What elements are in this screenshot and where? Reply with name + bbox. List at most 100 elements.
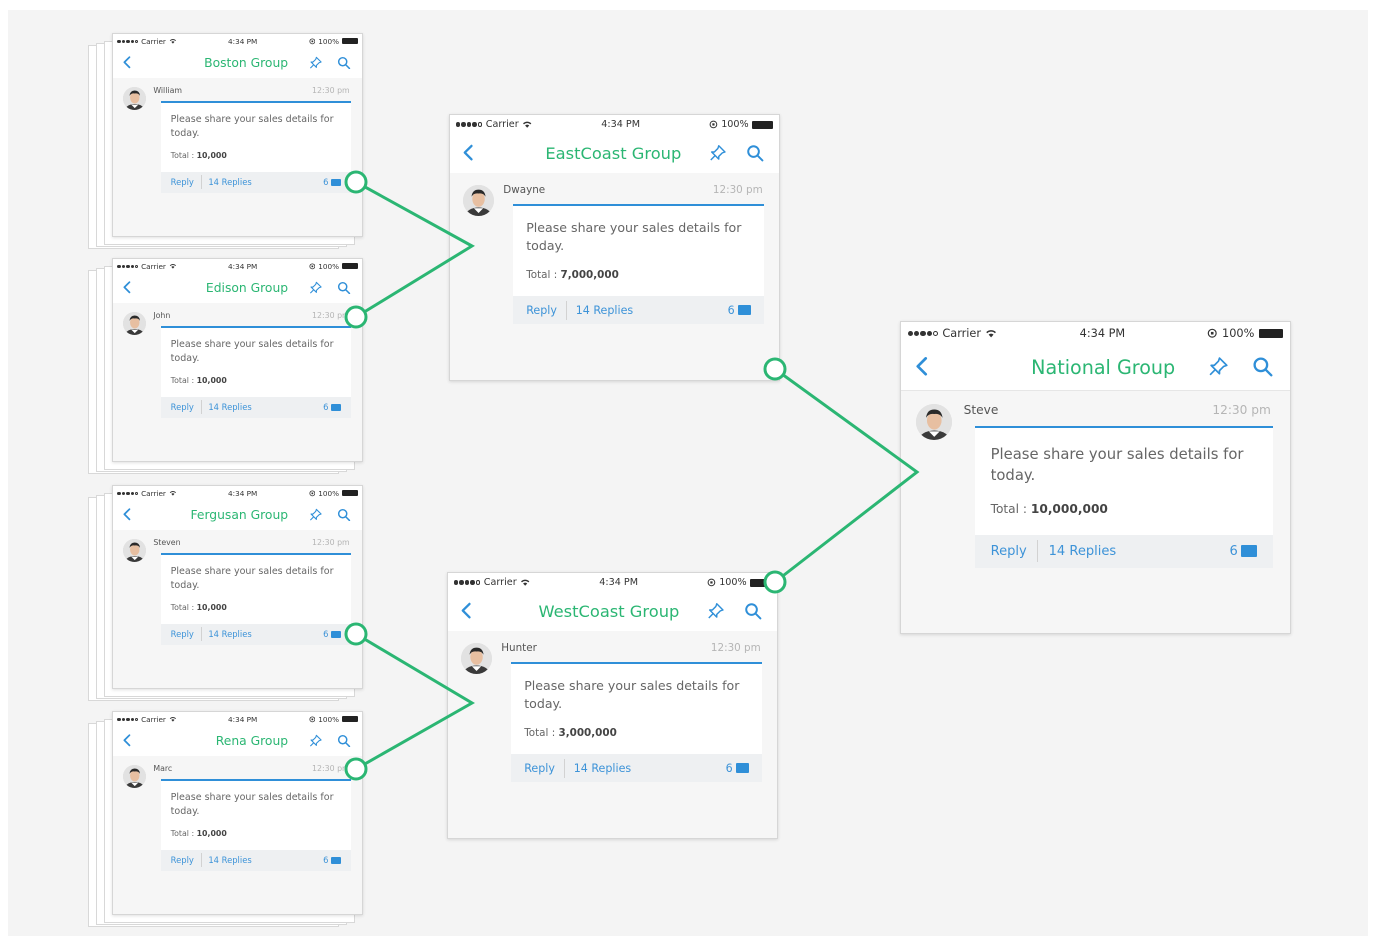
feed-area: Dwayne 12:30 pm Please share your sales de… xyxy=(450,173,779,380)
comment-count[interactable]: 6 xyxy=(728,304,751,317)
battery-label: 100% xyxy=(318,488,340,498)
total-value: 10,000 xyxy=(196,602,227,612)
signal-dots-icon xyxy=(455,122,483,127)
back-chevron-icon[interactable] xyxy=(120,55,135,70)
total-label: Total : xyxy=(526,268,558,281)
replies-link[interactable]: 14 Replies xyxy=(208,629,251,639)
feed-area: Steven 12:30 pm Please share your sales de… xyxy=(113,530,362,688)
total-value: 7,000,000 xyxy=(560,268,619,281)
post-timestamp: 12:30 pm xyxy=(710,641,761,654)
post-card: Please share your sales details for toda… xyxy=(974,426,1273,568)
replies-link[interactable]: 14 Replies xyxy=(208,855,251,865)
lock-rotation-icon xyxy=(309,716,316,723)
comment-bubble-icon xyxy=(330,630,341,638)
comment-count[interactable]: 6 xyxy=(323,177,341,187)
author-name: Steven xyxy=(153,538,181,548)
reply-button[interactable]: Reply xyxy=(524,762,555,775)
post-timestamp: 12:30 pm xyxy=(312,311,350,321)
battery-icon xyxy=(341,716,358,723)
comment-count[interactable]: 6 xyxy=(323,402,341,412)
post-message: Please share your sales details for toda… xyxy=(170,566,334,592)
back-chevron-icon[interactable] xyxy=(120,507,135,522)
lock-rotation-icon xyxy=(309,490,316,497)
back-chevron-icon[interactable] xyxy=(459,143,478,162)
post-actions: Reply 14 Replies 6 xyxy=(974,534,1273,568)
comment-count[interactable]: 6 xyxy=(323,855,341,865)
feed-area: Marc 12:30 pm Please share your sales deta… xyxy=(113,756,362,914)
back-chevron-icon[interactable] xyxy=(120,280,135,295)
search-icon[interactable] xyxy=(337,734,351,747)
back-chevron-icon[interactable] xyxy=(120,733,135,748)
reply-button[interactable]: Reply xyxy=(171,629,194,639)
post-message: Please share your sales details for toda… xyxy=(170,114,334,140)
reply-button[interactable]: Reply xyxy=(526,304,557,317)
pin-icon[interactable] xyxy=(1208,356,1229,377)
comment-count[interactable]: 6 xyxy=(726,762,749,775)
post-card: Please share your sales details for toda… xyxy=(512,203,765,325)
back-chevron-icon[interactable] xyxy=(911,355,934,378)
signal-dots-icon xyxy=(117,717,139,721)
replies-link[interactable]: 14 Replies xyxy=(1049,544,1117,559)
post-total: Total : 10,000 xyxy=(171,151,227,160)
action-divider xyxy=(563,758,565,778)
total-label: Total : xyxy=(170,375,195,385)
avatar xyxy=(915,403,953,441)
avatar xyxy=(122,311,147,336)
comment-bubble-icon xyxy=(330,178,341,186)
clock-label: 4:34 PM xyxy=(1079,326,1126,340)
clock-label: 4:34 PM xyxy=(228,261,258,271)
search-icon[interactable] xyxy=(746,144,764,162)
post-message: Please share your sales details for toda… xyxy=(170,339,334,365)
back-chevron-icon[interactable] xyxy=(457,601,476,620)
lock-rotation-icon xyxy=(707,578,716,587)
phone-screen-small-3: Carrier 4:34 PM 100% Rena Group Marc 12:30 pm… xyxy=(112,711,363,915)
replies-link[interactable]: 14 Replies xyxy=(208,402,251,412)
nav-bar: Edison Group xyxy=(113,272,362,304)
battery-label: 100% xyxy=(721,119,749,131)
clock-label: 4:34 PM xyxy=(228,36,258,46)
status-bar: Carrier 4:34 PM 100% xyxy=(117,36,358,47)
feed-area: Steve 12:30 pm Please share your sales det… xyxy=(901,390,1290,633)
search-icon[interactable] xyxy=(744,602,762,620)
comment-count-value: 6 xyxy=(323,177,329,188)
comment-count[interactable]: 6 xyxy=(1230,544,1257,559)
replies-link[interactable]: 14 Replies xyxy=(576,304,634,317)
reply-button[interactable]: Reply xyxy=(171,402,194,412)
pin-icon[interactable] xyxy=(309,281,323,294)
phone-screen-national-6: Carrier 4:34 PM 100% National Group Steve 12:… xyxy=(900,321,1291,634)
replies-link[interactable]: 14 Replies xyxy=(208,177,251,187)
clock-label: 4:34 PM xyxy=(228,488,258,498)
avatar xyxy=(122,764,147,789)
author-name: John xyxy=(153,311,171,321)
carrier-label: Carrier xyxy=(483,577,517,589)
author-name: Steve xyxy=(963,402,999,417)
carrier-label: Carrier xyxy=(485,119,519,131)
carrier-label: Carrier xyxy=(141,714,166,724)
group-title: WestCoast Group xyxy=(538,601,680,621)
comment-count[interactable]: 6 xyxy=(323,629,341,639)
replies-link[interactable]: 14 Replies xyxy=(574,762,632,775)
signal-dots-icon xyxy=(117,264,139,268)
search-icon[interactable] xyxy=(337,281,351,294)
search-icon[interactable] xyxy=(337,508,351,521)
reply-button[interactable]: Reply xyxy=(171,177,194,187)
comment-bubble-icon xyxy=(330,403,341,411)
reply-button[interactable]: Reply xyxy=(991,544,1027,559)
pin-icon[interactable] xyxy=(709,144,727,162)
pin-icon[interactable] xyxy=(309,508,323,521)
post-total: Total : 3,000,000 xyxy=(524,727,617,739)
search-icon[interactable] xyxy=(1252,356,1273,377)
post-timestamp: 12:30 pm xyxy=(712,183,763,196)
pin-icon[interactable] xyxy=(707,602,725,620)
reply-button[interactable]: Reply xyxy=(171,855,194,865)
post-card: Please share your sales details for toda… xyxy=(510,661,763,783)
author-name: Dwayne xyxy=(503,183,546,196)
pin-icon[interactable] xyxy=(309,56,323,69)
signal-dots-icon xyxy=(117,491,139,495)
total-value: 3,000,000 xyxy=(558,726,617,739)
post-total: Total : 10,000 xyxy=(171,829,227,838)
pin-icon[interactable] xyxy=(309,734,323,747)
phone-screen-small-0: Carrier 4:34 PM 100% Boston Group William 12:… xyxy=(112,33,363,237)
search-icon[interactable] xyxy=(337,56,351,69)
post-total: Total : 10,000,000 xyxy=(991,502,1108,516)
